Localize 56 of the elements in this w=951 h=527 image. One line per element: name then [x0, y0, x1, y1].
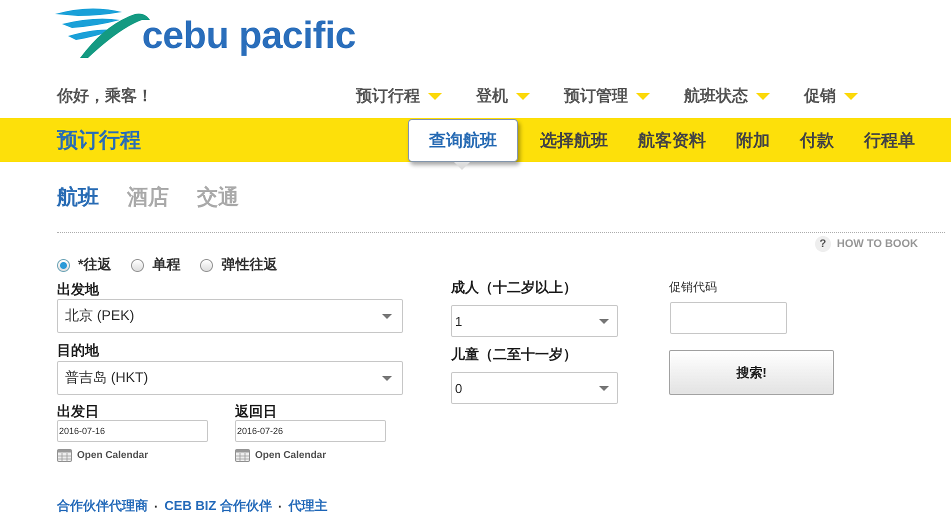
- origin-select[interactable]: 北京 (PEK): [57, 299, 403, 333]
- pointer-icon: [454, 162, 470, 170]
- adults-select[interactable]: 1: [451, 305, 618, 337]
- booking-step-tab[interactable]: 航客资料: [623, 118, 721, 162]
- footer-link[interactable]: 代理主: [288, 497, 328, 515]
- product-tab[interactable]: 航班: [57, 183, 99, 211]
- trip-type-option[interactable]: 单程: [131, 256, 180, 274]
- trip-type-option[interactable]: 弹性往返: [200, 256, 278, 274]
- field-label: 出发地: [57, 281, 100, 298]
- caret-icon: [382, 376, 392, 380]
- logo-text: cebu pacific: [142, 17, 356, 55]
- caret-icon: [516, 92, 530, 100]
- booking-step-tab[interactable]: 附加: [721, 118, 785, 162]
- footer-link[interactable]: 合作伙伴代理商: [57, 497, 148, 515]
- nav-menu-item[interactable]: 航班状态: [684, 86, 770, 106]
- caret-icon: [599, 386, 609, 390]
- radio-button[interactable]: [200, 258, 214, 272]
- how-to-book-link[interactable]: ? HOW TO BOOK: [814, 236, 918, 251]
- footer-link[interactable]: CEB BIZ 合作伙伴: [164, 497, 272, 515]
- open-calendar-link[interactable]: Open Calendar: [57, 449, 208, 462]
- field-label: 返回日: [235, 403, 278, 420]
- caret-icon: [844, 92, 858, 100]
- date-field[interactable]: 2016-07-26: [235, 420, 386, 442]
- calendar-icon: [57, 449, 72, 462]
- nav-menu-item[interactable]: 促销: [804, 86, 858, 106]
- search-button[interactable]: 搜索!: [669, 350, 834, 395]
- field-label: 儿童（二至十一岁）: [451, 346, 578, 363]
- booking-step-tab[interactable]: 付款: [785, 118, 849, 162]
- calendar-icon: [235, 449, 250, 462]
- page-title: 预订行程: [57, 128, 142, 154]
- booking-step-tab[interactable]: 选择航班: [525, 118, 623, 162]
- field-label: 成人（十二岁以上）: [451, 279, 578, 296]
- children-select[interactable]: 0: [451, 372, 618, 404]
- caret-icon: [428, 92, 442, 100]
- booking-step-tab[interactable]: 行程单: [849, 118, 930, 162]
- field-label: 目的地: [57, 342, 99, 358]
- caret-icon: [382, 314, 392, 318]
- caret-icon: [756, 92, 770, 100]
- radio-button[interactable]: [57, 258, 70, 272]
- date-field[interactable]: 2016-07-16: [57, 420, 208, 442]
- caret-icon: [599, 318, 609, 324]
- promo-code-field[interactable]: [670, 302, 787, 334]
- separator-dot: ·: [278, 498, 282, 514]
- separator-dot: ·: [154, 498, 158, 514]
- caret-icon: [636, 92, 650, 100]
- nav-menu-item[interactable]: 登机: [476, 86, 530, 106]
- field-label: 出发日: [57, 403, 100, 420]
- open-calendar-link[interactable]: Open Calendar: [235, 449, 386, 462]
- radio-button[interactable]: [131, 258, 144, 272]
- help-icon: ?: [814, 236, 831, 252]
- nav-menu-item[interactable]: 预订行程: [356, 86, 442, 106]
- field-label: 促销代码: [669, 279, 718, 296]
- destination-select[interactable]: 普吉岛 (HKT): [57, 361, 403, 395]
- greeting: 你好，乘客！: [57, 86, 154, 106]
- nav-menu-item[interactable]: 预订管理: [564, 86, 650, 106]
- trip-type-option[interactable]: *往返: [57, 256, 112, 274]
